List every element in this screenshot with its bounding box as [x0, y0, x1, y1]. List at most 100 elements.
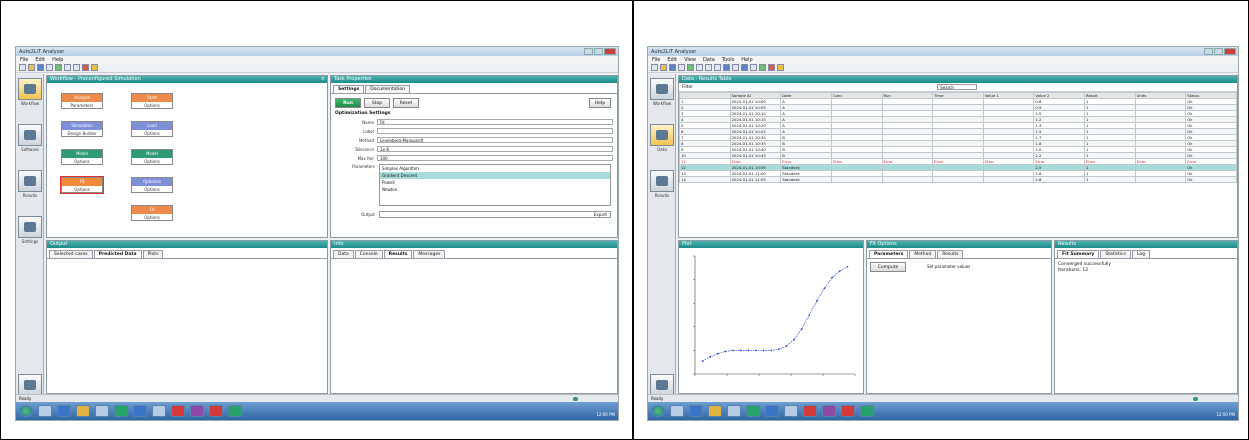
sidebar-item-data[interactable]	[650, 124, 674, 146]
parameters-list[interactable]: Simplex Algorithm Gradient Descent Powel…	[379, 164, 611, 206]
table-search-input[interactable]: Search	[937, 84, 978, 90]
menu-data[interactable]: Data	[703, 57, 715, 63]
taskbar-word-icon[interactable]	[765, 405, 779, 417]
sidebar-item-workflow[interactable]	[18, 78, 42, 100]
check-icon[interactable]	[55, 64, 62, 71]
sidebar-item-settings[interactable]	[18, 216, 42, 238]
tab-messages[interactable]: Messages	[413, 250, 446, 258]
paste-icon[interactable]	[73, 64, 80, 71]
taskbar-skype-icon[interactable]	[784, 405, 798, 417]
run-icon[interactable]	[759, 64, 766, 71]
help-icon[interactable]	[91, 64, 98, 71]
copy-icon[interactable]	[705, 64, 712, 71]
taskbar-acrobat-icon[interactable]	[841, 405, 855, 417]
workflow-node[interactable]: Start Options	[131, 93, 173, 109]
minimize-button[interactable]	[584, 48, 593, 55]
taskbar-browser-icon[interactable]	[689, 405, 703, 417]
taskbar-ie-icon[interactable]	[38, 405, 52, 417]
sidebar-item-workflow[interactable]	[650, 78, 674, 100]
start-button[interactable]	[651, 405, 665, 417]
help-icon[interactable]	[777, 64, 784, 71]
stop-icon[interactable]	[82, 64, 89, 71]
open-icon[interactable]	[660, 64, 667, 71]
property-field[interactable]	[377, 128, 613, 134]
tab-method[interactable]: Method	[909, 250, 937, 258]
taskbar-onenote-icon[interactable]	[190, 405, 204, 417]
taskbar-browser-icon[interactable]	[57, 405, 71, 417]
taskbar-skype-icon[interactable]	[152, 405, 166, 417]
stop-icon[interactable]	[768, 64, 775, 71]
taskbar-analyzer-icon[interactable]	[860, 405, 874, 417]
tab-log[interactable]: Log	[1131, 250, 1150, 258]
workflow-node[interactable]: Load Options	[131, 121, 173, 137]
filter-icon[interactable]	[723, 64, 730, 71]
list-item[interactable]: Powell	[380, 179, 610, 186]
property-field[interactable]: Fit	[377, 119, 613, 125]
print-icon[interactable]	[678, 64, 685, 71]
taskbar-analyzer-icon[interactable]	[228, 405, 242, 417]
cut-icon[interactable]	[696, 64, 703, 71]
property-field[interactable]: 1e-6	[377, 146, 613, 152]
list-item-selected[interactable]: Gradient Descent	[380, 172, 610, 179]
save-icon[interactable]	[37, 64, 44, 71]
workflow-node[interactable]: Analyze Parameters	[61, 93, 103, 109]
taskbar-folder-icon[interactable]	[76, 405, 90, 417]
taskbar-acrobat-icon[interactable]	[209, 405, 223, 417]
table-row[interactable]: 14 2024-01-01 11:05 Standard 2.8 1 Ok	[679, 176, 1237, 183]
start-button[interactable]	[19, 405, 33, 417]
sidebar-item-options[interactable]	[18, 374, 42, 396]
tab-documentation[interactable]: Documentation	[365, 85, 410, 93]
workflow-node[interactable]: Model Options	[131, 149, 173, 165]
help-button[interactable]: Help	[589, 98, 611, 108]
menu-help[interactable]: Help	[52, 57, 63, 63]
paste-icon[interactable]	[714, 64, 721, 71]
taskbar-app-icon[interactable]	[746, 405, 760, 417]
taskbar-pdf-icon[interactable]	[171, 405, 185, 417]
workflow-node[interactable]: Simulation Design Builder	[61, 121, 103, 137]
check-icon[interactable]	[687, 64, 694, 71]
menu-file[interactable]: File	[20, 57, 28, 63]
property-field[interactable]: Levenberg-Marquardt	[377, 137, 613, 143]
maximize-button[interactable]	[1214, 48, 1223, 55]
stop-button[interactable]: Stop	[364, 98, 390, 108]
workflow-node[interactable]: Fit Options	[60, 176, 104, 194]
sidebar-item-software[interactable]	[18, 124, 42, 146]
menu-view[interactable]: View	[684, 57, 696, 63]
new-icon[interactable]	[19, 64, 26, 71]
sidebar-item-results[interactable]	[650, 170, 674, 192]
new-icon[interactable]	[651, 64, 658, 71]
sidebar-item-results[interactable]	[18, 170, 42, 192]
menu-edit[interactable]: Edit	[667, 57, 677, 63]
print-icon[interactable]	[46, 64, 53, 71]
tab-statistics[interactable]: Statistics	[1100, 250, 1131, 258]
taskbar-pdf-icon[interactable]	[803, 405, 817, 417]
workflow-node[interactable]: Model Options	[61, 149, 103, 165]
tab-fit-summary[interactable]: Fit Summary	[1057, 250, 1100, 258]
panel-close-icon[interactable]: ×	[321, 76, 325, 83]
taskbar-onenote-icon[interactable]	[822, 405, 836, 417]
sidebar-item-options[interactable]	[650, 374, 674, 396]
tab-data[interactable]: Data	[333, 250, 354, 258]
sort-icon[interactable]	[732, 64, 739, 71]
menu-edit[interactable]: Edit	[35, 57, 45, 63]
list-item[interactable]: Newton	[380, 186, 610, 193]
run-button[interactable]: Run	[335, 98, 361, 108]
tab-console[interactable]: Console	[354, 250, 383, 258]
workflow-canvas[interactable]: Analyze Parameters Start Options Simulation D…	[47, 83, 327, 237]
data-table[interactable]: Sample ID Date Conc Run Time Value 1 Value 2 Re…	[679, 92, 1237, 183]
tab-results[interactable]: Results	[383, 250, 413, 258]
tab-settings[interactable]: Settings	[333, 85, 365, 93]
tab-selected-cases[interactable]: Selected cases	[49, 250, 93, 258]
taskbar-app-icon[interactable]	[114, 405, 128, 417]
workflow-node[interactable]: Fit Options	[131, 205, 173, 221]
close-button[interactable]	[1224, 48, 1236, 55]
tab-plots[interactable]: Plots	[142, 250, 164, 258]
menu-tools[interactable]: Tools	[722, 57, 734, 63]
tab-predicted-data[interactable]: Predicted Data	[93, 250, 142, 258]
reset-button[interactable]: Reset	[393, 98, 419, 108]
table-icon[interactable]	[750, 64, 757, 71]
menu-file[interactable]: File	[652, 57, 660, 63]
save-icon[interactable]	[669, 64, 676, 71]
copy-icon[interactable]	[64, 64, 71, 71]
taskbar-ie-icon[interactable]	[670, 405, 684, 417]
